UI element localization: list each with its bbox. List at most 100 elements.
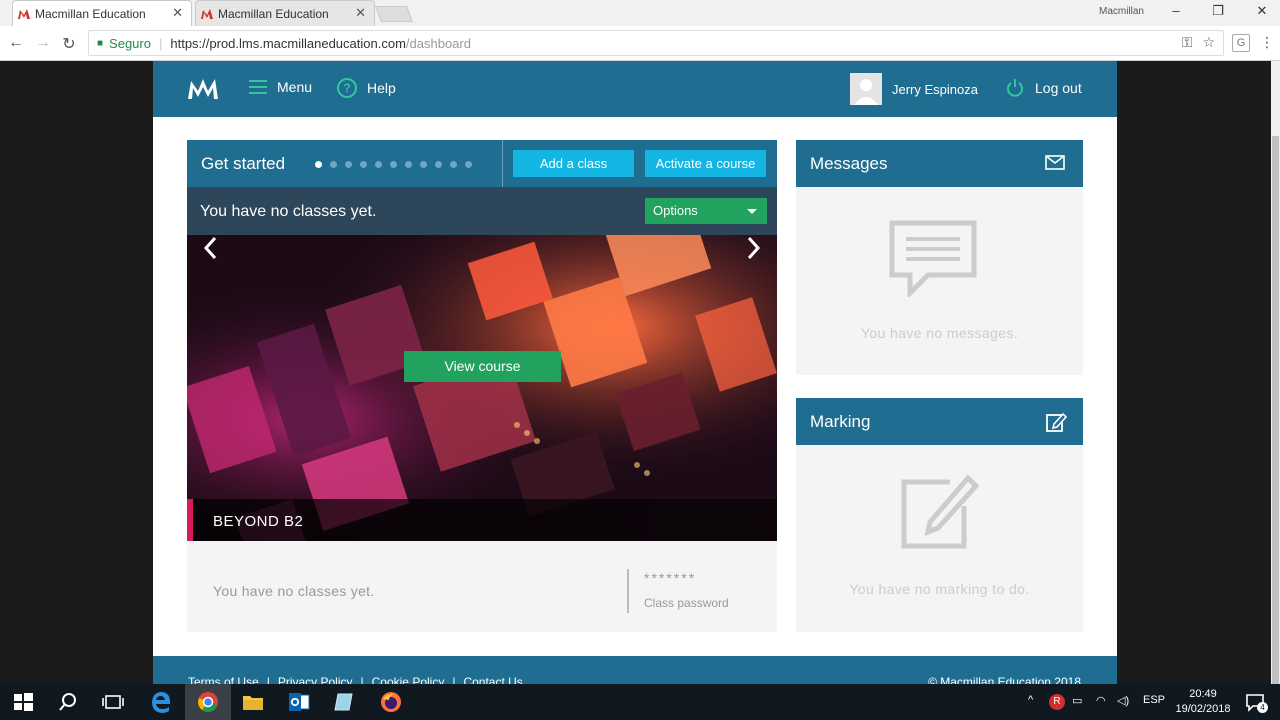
carousel-dot[interactable] [360, 161, 367, 168]
carousel-dot[interactable] [345, 161, 352, 168]
back-arrow-icon[interactable]: ← [6, 34, 26, 52]
input-language[interactable]: ESP [1143, 694, 1165, 706]
edge-browser-icon[interactable] [149, 690, 173, 714]
header-divider [502, 140, 503, 187]
wifi-icon[interactable]: ◠ [1096, 694, 1106, 707]
help-button[interactable]: ? Help [337, 78, 396, 98]
carousel-dot[interactable] [330, 161, 337, 168]
marking-header: Marking [796, 398, 1083, 445]
browser-tab-1[interactable]: Macmillan Education ✕ [12, 0, 192, 26]
clock-time: 20:49 [1189, 688, 1217, 700]
browser-menu-icon[interactable]: ⋮ [1260, 34, 1274, 51]
course-accent-stripe [187, 499, 193, 541]
close-tab-icon[interactable]: ✕ [172, 5, 183, 21]
carousel-prev-icon[interactable] [199, 235, 223, 261]
messages-title: Messages [810, 154, 888, 173]
speech-bubble-icon [889, 220, 977, 297]
carousel-dot[interactable] [420, 161, 427, 168]
hamburger-icon [249, 80, 267, 94]
site-container: Menu ? Help Jerry Espinoza Log out Get s… [153, 61, 1117, 684]
caret-down-icon [747, 209, 757, 214]
system-clock[interactable]: 20:49 19/02/2018 [1170, 687, 1236, 717]
browser-toolbar: ← → ↻ ■ Seguro | https://prod.lms.macmil… [0, 26, 1280, 61]
close-window-icon[interactable]: ✕ [1252, 3, 1272, 19]
restore-icon[interactable]: ❐ [1208, 3, 1228, 19]
help-icon: ? [337, 78, 357, 98]
no-classes-heading: You have no classes yet. [200, 203, 377, 220]
security-label: Seguro [109, 35, 151, 51]
course-cover-image [187, 235, 777, 541]
macmillan-favicon-icon [18, 9, 30, 19]
forward-arrow-icon[interactable]: → [33, 34, 53, 52]
carousel-dot[interactable] [405, 161, 412, 168]
page-scrollbar[interactable] [1271, 61, 1280, 696]
macmillan-logo-icon[interactable] [187, 75, 219, 101]
reload-icon[interactable]: ↻ [59, 34, 79, 54]
marking-panel: Marking You have no marking to do. [796, 398, 1083, 632]
windows-taskbar: ^ R ▭ ◠ ◁) ESP 20:49 19/02/2018 4 [0, 684, 1280, 720]
scrollbar-thumb[interactable] [1272, 136, 1279, 696]
window-profile-name[interactable]: Macmillan [1099, 6, 1144, 17]
activate-course-button[interactable]: Activate a course [645, 150, 766, 177]
add-class-button[interactable]: Add a class [513, 150, 634, 177]
class-password-value: ******* [644, 570, 697, 586]
get-started-header: Get started Add a class Activate a cours… [187, 140, 777, 187]
carousel-dot[interactable] [390, 161, 397, 168]
messages-header: Messages [796, 140, 1083, 187]
tab-title: Macmillan Education [218, 6, 329, 21]
clock-date: 19/02/2018 [1175, 703, 1231, 715]
class-password-label: Class password [644, 596, 729, 610]
carousel-dot[interactable] [435, 161, 442, 168]
page-viewport: Menu ? Help Jerry Espinoza Log out Get s… [0, 61, 1280, 684]
battery-icon[interactable]: ▭ [1072, 694, 1082, 707]
carousel-dot[interactable] [315, 161, 322, 168]
bookmark-star-icon[interactable]: ☆ [1202, 34, 1215, 51]
lock-icon: ■ [97, 37, 104, 49]
carousel-dot[interactable] [375, 161, 382, 168]
browser-tab-2[interactable]: Macmillan Education ✕ [195, 0, 375, 26]
carousel-dot[interactable] [450, 161, 457, 168]
course-label-bar: BEYOND B2 [187, 499, 777, 541]
extension-icon[interactable]: G [1232, 34, 1250, 52]
view-course-button[interactable]: View course [404, 351, 561, 382]
browser-tab-bar: Macmillan Education ✕ Macmillan Educatio… [0, 0, 1280, 26]
antivirus-tray-icon[interactable]: R [1049, 694, 1065, 710]
file-explorer-icon[interactable] [241, 690, 265, 714]
top-navigation: Menu ? Help Jerry Espinoza Log out [153, 61, 1117, 117]
terms-link[interactable]: Terms of Use [188, 675, 259, 684]
cookie-link[interactable]: Cookie Policy [372, 675, 445, 684]
no-marking-text: You have no marking to do. [849, 581, 1030, 597]
logout-button[interactable]: Log out [1005, 78, 1082, 98]
outlook-icon[interactable] [287, 690, 311, 714]
carousel-next-icon[interactable] [741, 235, 765, 261]
menu-label: Menu [277, 79, 313, 95]
options-dropdown[interactable]: Options [645, 198, 767, 224]
address-bar[interactable]: ■ Seguro | https://prod.lms.macmillanedu… [88, 30, 1224, 56]
task-view-icon[interactable] [101, 690, 125, 714]
new-tab-button[interactable] [375, 6, 413, 22]
privacy-link[interactable]: Privacy Policy [278, 675, 353, 684]
site-footer: Terms of Use | Privacy Policy | Cookie P… [153, 656, 1117, 684]
firefox-icon[interactable] [379, 690, 403, 714]
notification-count-badge: 4 [1257, 702, 1268, 713]
edit-note-icon[interactable] [1045, 411, 1067, 433]
user-silhouette-icon [850, 73, 882, 105]
search-icon[interactable] [56, 690, 80, 714]
envelope-icon[interactable] [1045, 155, 1065, 170]
volume-icon[interactable]: ◁) [1117, 694, 1129, 707]
copyright: © Macmillan Education 2018 [928, 675, 1081, 684]
windows-start-icon[interactable] [11, 690, 35, 714]
carousel-dot[interactable] [465, 161, 472, 168]
key-icon[interactable]: ⚿ [1182, 34, 1193, 51]
messages-panel: Messages You have no messages. [796, 140, 1083, 375]
address-divider: | [158, 35, 163, 51]
contact-link[interactable]: Contact Us [463, 675, 522, 684]
chrome-icon[interactable] [196, 690, 220, 714]
minimize-icon[interactable]: – [1166, 3, 1186, 18]
avatar[interactable] [850, 73, 882, 105]
show-hidden-icons[interactable]: ^ [1028, 694, 1033, 706]
notes-app-icon[interactable] [333, 690, 357, 714]
close-tab-icon[interactable]: ✕ [355, 5, 366, 21]
user-name[interactable]: Jerry Espinoza [892, 82, 978, 97]
menu-button[interactable]: Menu [249, 79, 312, 95]
